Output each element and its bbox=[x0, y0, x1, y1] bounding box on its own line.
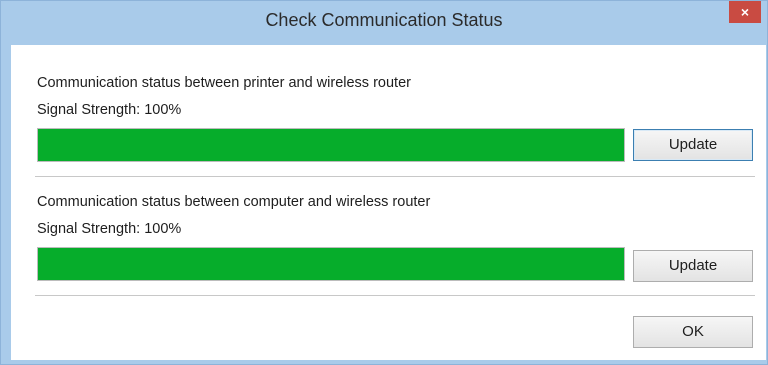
dialog-content: Communication status between printer and… bbox=[11, 45, 766, 360]
close-icon: × bbox=[740, 4, 750, 20]
section-divider bbox=[35, 176, 755, 177]
computer-router-update-button[interactable]: Update bbox=[633, 250, 753, 282]
title-bar[interactable]: Check Communication Status × bbox=[1, 1, 767, 39]
computer-router-signal-fill bbox=[38, 248, 624, 280]
printer-router-signal-strength: Signal Strength: 100% bbox=[37, 102, 182, 118]
printer-router-signal-fill bbox=[38, 129, 624, 161]
ok-button[interactable]: OK bbox=[633, 316, 753, 348]
close-button[interactable]: × bbox=[729, 1, 761, 23]
printer-router-status-label: Communication status between printer and… bbox=[37, 75, 411, 91]
window-title: Check Communication Status bbox=[265, 10, 503, 30]
computer-router-signal-strength: Signal Strength: 100% bbox=[37, 221, 182, 237]
footer-divider bbox=[35, 295, 755, 296]
computer-router-signal-bar bbox=[37, 247, 625, 281]
computer-router-status-label: Communication status between computer an… bbox=[37, 194, 431, 210]
printer-router-update-button[interactable]: Update bbox=[633, 129, 753, 161]
dialog-window: Check Communication Status × Communicati… bbox=[0, 0, 768, 365]
printer-router-signal-bar bbox=[37, 128, 625, 162]
